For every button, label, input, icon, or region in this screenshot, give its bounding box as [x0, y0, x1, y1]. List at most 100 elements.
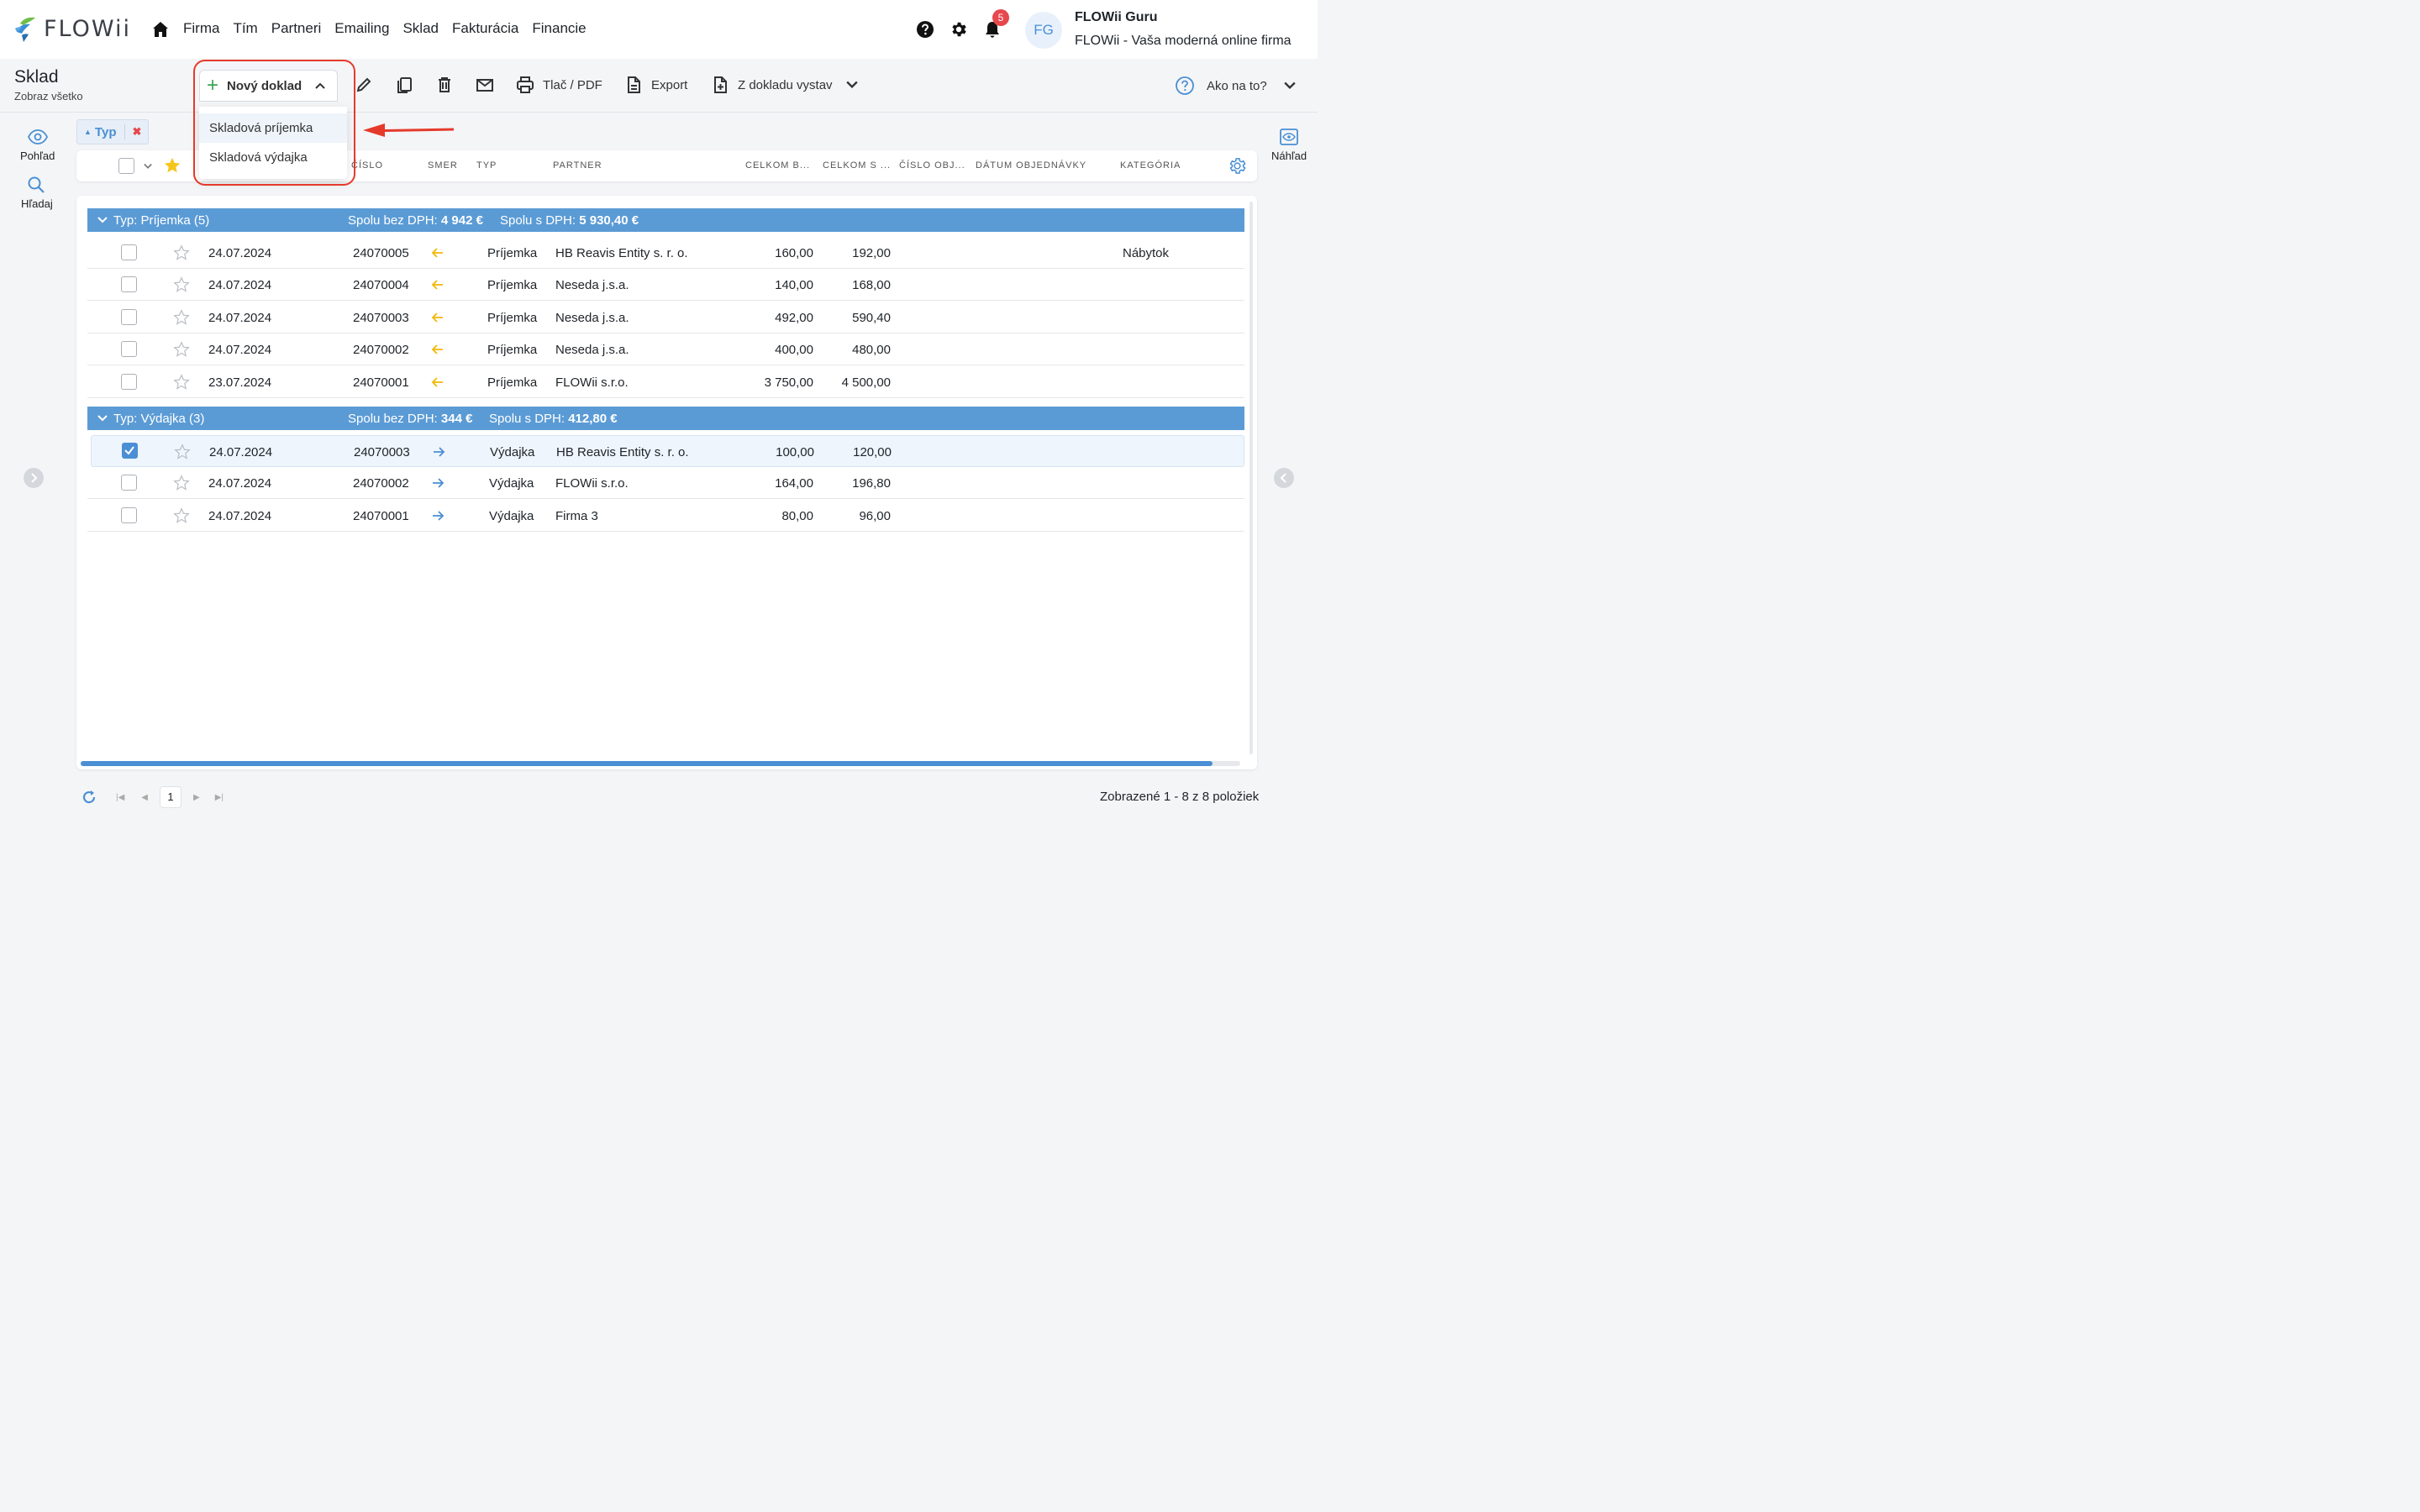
- group-sum-label: Spolu bez DPH:: [348, 412, 438, 426]
- star-outline-icon[interactable]: [173, 507, 190, 524]
- horizontal-scrollbar-thumb[interactable]: [81, 761, 1213, 766]
- table-row[interactable]: 24.07.2024 24070004 Príjemka Neseda j.s.…: [87, 269, 1244, 301]
- table-row[interactable]: 24.07.2024 24070005 Príjemka HB Reavis E…: [87, 237, 1244, 269]
- star-outline-icon[interactable]: [173, 276, 190, 293]
- row-number: 24070003: [353, 311, 409, 325]
- logo-mark-icon: [15, 17, 35, 42]
- row-total-with-vat: 96,00: [859, 509, 891, 523]
- first-page-icon[interactable]: |◀: [116, 793, 124, 802]
- column-header-total-without-vat[interactable]: CELKOM B...: [745, 160, 810, 171]
- previous-page-icon[interactable]: ◀: [141, 793, 148, 802]
- arrow-left-icon: [431, 344, 443, 354]
- row-date: 24.07.2024: [208, 476, 272, 491]
- delete-button[interactable]: [435, 76, 454, 94]
- row-date: 23.07.2024: [208, 375, 272, 390]
- print-button[interactable]: Tlač / PDF: [516, 76, 602, 94]
- create-from-document-button[interactable]: Z dokladu vystav: [711, 76, 858, 94]
- column-header-order-date[interactable]: DÁTUM OBJEDNÁVKY: [976, 160, 1086, 171]
- column-header-total-with-vat[interactable]: CELKOM S ...: [823, 160, 891, 171]
- nav-item-financie[interactable]: Financie: [532, 20, 586, 37]
- next-page-icon[interactable]: ▶: [193, 793, 200, 802]
- nav-item-emailing[interactable]: Emailing: [334, 20, 389, 37]
- gear-icon[interactable]: [950, 20, 968, 39]
- row-checkbox[interactable]: [121, 341, 137, 357]
- group-sum-with-vat: 5 930,40 €: [579, 213, 639, 228]
- row-checkbox[interactable]: [121, 244, 137, 260]
- nav-item-partneri[interactable]: Partneri: [271, 20, 322, 37]
- table-row[interactable]: 24.07.2024 24070002 Výdajka FLOWii s.r.o…: [87, 467, 1244, 499]
- page-subtitle[interactable]: Zobraz všetko: [14, 90, 83, 102]
- nav-item-firma[interactable]: Firma: [183, 20, 219, 37]
- star-outline-icon[interactable]: [173, 244, 190, 261]
- star-outline-icon[interactable]: [173, 374, 190, 391]
- column-header-category[interactable]: KATEGÓRIA: [1120, 160, 1181, 171]
- page-number-button[interactable]: 1: [160, 786, 182, 808]
- group-header-prijemka[interactable]: Typ: Príjemka (5) Spolu bez DPH: 4 942 €…: [87, 208, 1244, 232]
- nav-item-sklad[interactable]: Sklad: [402, 20, 439, 37]
- column-header-partner[interactable]: PARTNER: [553, 160, 602, 171]
- nav-item-tim[interactable]: Tím: [233, 20, 257, 37]
- row-number: 24070001: [353, 375, 409, 390]
- logo[interactable]: FLOWii: [13, 13, 131, 44]
- search-button[interactable]: Hľadaj: [21, 176, 53, 210]
- export-button[interactable]: Export: [624, 76, 687, 94]
- column-header-type[interactable]: TYP: [476, 160, 497, 171]
- row-checkbox[interactable]: [121, 309, 137, 325]
- filter-chip-type[interactable]: ▲ Typ ✖: [76, 119, 149, 144]
- table-row-selected[interactable]: 24.07.2024 24070003 Výdajka HB Reavis En…: [91, 435, 1244, 467]
- chevron-down-icon: [97, 415, 108, 422]
- row-type: Výdajka: [489, 476, 534, 491]
- group-sum-without-vat: 344 €: [440, 412, 473, 426]
- row-partner: Firma 3: [555, 509, 598, 523]
- row-checkbox[interactable]: [121, 374, 137, 390]
- star-outline-icon[interactable]: [173, 475, 190, 491]
- table-row[interactable]: 23.07.2024 24070001 Príjemka FLOWii s.r.…: [87, 366, 1244, 398]
- table-row[interactable]: 24.07.2024 24070003 Príjemka Neseda j.s.…: [87, 302, 1244, 333]
- preview-button[interactable]: Náhľad: [1271, 128, 1307, 162]
- copy-button[interactable]: [395, 76, 413, 94]
- refresh-icon[interactable]: [81, 789, 97, 806]
- row-checkbox[interactable]: [121, 276, 137, 292]
- table-row[interactable]: 24.07.2024 24070002 Príjemka Neseda j.s.…: [87, 333, 1244, 365]
- row-category: Nábytok: [1123, 246, 1170, 260]
- star-filled-icon[interactable]: [163, 156, 182, 175]
- table-row[interactable]: 24.07.2024 24070001 Výdajka Firma 3 80,0…: [87, 500, 1244, 532]
- select-all-checkbox[interactable]: [118, 158, 134, 174]
- column-header-number[interactable]: ČÍSLO: [351, 160, 383, 171]
- remove-filter-icon[interactable]: ✖: [132, 125, 141, 139]
- search-label: Hľadaj: [21, 197, 53, 210]
- star-outline-icon[interactable]: [173, 309, 190, 326]
- star-outline-icon[interactable]: [174, 444, 191, 460]
- row-checkbox[interactable]: [121, 507, 137, 523]
- arrow-left-icon: [431, 312, 443, 323]
- star-outline-icon[interactable]: [173, 341, 190, 358]
- row-date: 24.07.2024: [208, 311, 272, 325]
- row-checkbox[interactable]: [121, 475, 137, 491]
- vertical-scrollbar[interactable]: [1249, 202, 1253, 754]
- email-button[interactable]: [476, 76, 494, 94]
- group-header-vydajka[interactable]: Typ: Výdajka (3) Spolu bez DPH: 344 € Sp…: [87, 407, 1244, 430]
- last-page-icon[interactable]: ▶|: [215, 793, 224, 802]
- column-settings-gear-icon[interactable]: [1228, 156, 1247, 176]
- view-button[interactable]: Pohľad: [20, 128, 55, 162]
- home-icon[interactable]: [151, 20, 170, 39]
- chevron-down-icon[interactable]: [144, 162, 152, 171]
- caret-up-icon: ▲: [84, 128, 92, 136]
- avatar[interactable]: FG: [1025, 12, 1062, 49]
- row-type: Príjemka: [487, 311, 538, 325]
- row-number: 24070005: [353, 246, 409, 260]
- preview-label: Náhľad: [1271, 150, 1307, 162]
- help-button[interactable]: Ako na to?: [1175, 76, 1296, 96]
- row-checkbox[interactable]: [122, 443, 138, 459]
- column-header-order-number[interactable]: ČÍSLO OBJ...: [899, 160, 965, 171]
- expand-right-button[interactable]: [1274, 468, 1294, 488]
- annotation-highlight-box: [193, 60, 355, 186]
- column-header-direction[interactable]: SMER: [428, 160, 458, 171]
- expand-left-button[interactable]: [24, 468, 44, 488]
- help-circle-icon[interactable]: [916, 20, 934, 39]
- print-label: Tlač / PDF: [543, 77, 602, 92]
- page-title: Sklad: [14, 67, 59, 87]
- edit-button[interactable]: [355, 76, 373, 94]
- row-total-without-vat: 100,00: [776, 445, 814, 459]
- nav-item-fakturacia[interactable]: Fakturácia: [452, 20, 518, 37]
